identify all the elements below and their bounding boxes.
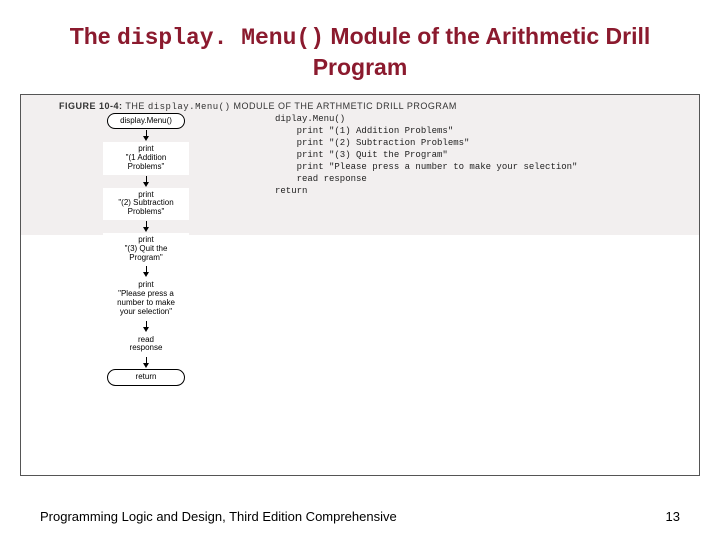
figure-caption-pre: THE [123,101,148,111]
figure-caption-code: display.Menu() [148,102,231,112]
figure-caption: FIGURE 10-4: THE display.Menu() MODULE O… [59,101,457,112]
pseudocode-block: diplay.Menu() print "(1) Addition Proble… [275,113,577,198]
flow-step-3: print "(3) Quit the Program" [103,233,189,265]
flow-step-5: read response [103,333,189,357]
figure-label: FIGURE 10-4: [59,101,123,111]
flow-step-2: print "(2) Subtraction Problems" [103,188,189,220]
footer-text: Programming Logic and Design, Third Edit… [40,509,397,524]
flow-step-1: print "(1 Addition Problems" [103,142,189,174]
slide-footer: Programming Logic and Design, Third Edit… [0,509,720,524]
title-post: Module of the Arithmetic Drill Program [313,23,651,80]
page-number: 13 [666,509,680,524]
flow-step-4: print "Please press a number to make you… [103,278,189,319]
figure-container: FIGURE 10-4: THE display.Menu() MODULE O… [20,94,700,476]
flow-start: display.Menu() [107,113,185,130]
figure-caption-post: MODULE OF THE ARTHMETIC DRILL PROGRAM [230,101,456,111]
title-pre: The [70,23,117,49]
flowchart: display.Menu() print "(1 Addition Proble… [81,113,211,387]
title-code: display. Menu() [117,25,324,51]
slide-title: The display. Menu() Module of the Arithm… [0,0,720,90]
flow-end: return [107,369,185,386]
